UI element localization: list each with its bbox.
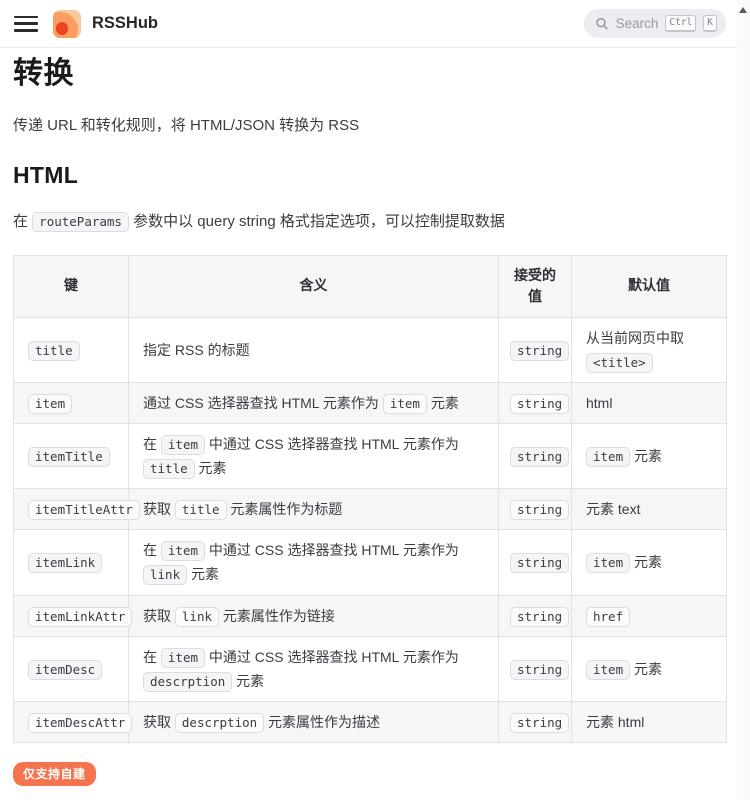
inline-code: item [586,553,630,573]
inline-code: descrption [143,672,232,692]
cell-accepts: string [499,489,572,530]
inline-code: item [161,541,205,561]
cell-accepts: string [499,383,572,424]
scrollbar-up-arrow[interactable] [739,7,747,13]
table-row: itemTitleAttr获取 title 元素属性作为标题 string元素 t… [14,489,727,530]
cell-accepts: string [499,317,572,382]
rsshub-logo-icon[interactable] [53,10,81,38]
cell-default: 从当前网页中取 <title> [572,317,727,382]
cell-default: 元素 text [572,489,727,530]
inline-code: itemDesc [28,660,102,680]
inline-code: string [510,713,569,733]
cell-accepts: string [499,636,572,701]
params-table: 键含义接受的值默认值 title指定 RSS 的标题string从当前网页中取 … [13,255,727,743]
cell-key: itemDescAttr [14,701,129,742]
section-heading-html: HTML [13,162,725,189]
inline-code: string [510,447,569,467]
inline-code: string [510,500,569,520]
column-header: 接受的值 [499,255,572,317]
table-row: itemLinkAttr获取 link 元素属性作为链接 string href [14,595,727,636]
page-title: 转换 [13,55,725,93]
cell-meaning: 获取 title 元素属性作为标题 [129,489,499,530]
cell-accepts: string [499,424,572,489]
column-header: 键 [14,255,129,317]
inline-code: itemLinkAttr [28,607,132,627]
cell-accepts: string [499,595,572,636]
inline-code: string [510,553,569,573]
search-icon [595,16,609,31]
page-subtitle: 传递 URL 和转化规则，将 HTML/JSON 转换为 RSS [13,114,725,135]
inline-code: descrption [175,713,264,733]
cell-key: itemDesc [14,636,129,701]
kbd-ctrl: Ctrl [665,15,696,31]
self-hosted-badge: 仅支持自建 [13,762,96,786]
cell-meaning: 在 item 中通过 CSS 选择器查找 HTML 元素作为 descrptio… [129,636,499,701]
cell-default: item 元素 [572,530,727,595]
cell-key: itemTitleAttr [14,489,129,530]
cell-default: html [572,383,727,424]
cell-key: item [14,383,129,424]
cell-key: itemTitle [14,424,129,489]
inline-code: item [161,435,205,455]
cell-default: 元素 html [572,701,727,742]
cell-key: itemLinkAttr [14,595,129,636]
cell-key: title [14,317,129,382]
cell-meaning: 通过 CSS 选择器查找 HTML 元素作为 item 元素 [129,383,499,424]
inline-code: title [175,500,227,520]
table-row: itemDesc 在 item 中通过 CSS 选择器查找 HTML 元素作为 d… [14,636,727,701]
main-content: 转换 传递 URL 和转化规则，将 HTML/JSON 转换为 RSS HTML… [0,55,750,800]
search-placeholder: Search [616,16,659,31]
brand-name[interactable]: RSSHub [92,14,158,33]
table-row: itemTitle 在 item 中通过 CSS 选择器查找 HTML 元素作为 … [14,424,727,489]
inline-code: link [175,607,219,627]
table-row: itemDescAttr获取 descrption 元素属性作为描述 string… [14,701,727,742]
cell-default: item 元素 [572,424,727,489]
table-row: item通过 CSS 选择器查找 HTML 元素作为 item 元素string… [14,383,727,424]
inline-code: item [586,660,630,680]
cell-meaning: 在 item 中通过 CSS 选择器查找 HTML 元素作为 title 元素 [129,424,499,489]
inline-code: href [586,607,630,627]
inline-code: item [586,447,630,467]
cell-accepts: string [499,530,572,595]
inline-code: item [383,394,427,414]
inline-code: title [28,341,80,361]
inline-code: itemDescAttr [28,713,132,733]
inline-code: itemLink [28,553,102,573]
cell-meaning: 获取 descrption 元素属性作为描述 [129,701,499,742]
cell-key: itemLink [14,530,129,595]
header-row: 键含义接受的值默认值 [14,255,727,317]
cell-meaning: 指定 RSS 的标题 [129,317,499,382]
inline-code: item [161,648,205,668]
inline-code: string [510,394,569,414]
column-header: 默认值 [572,255,727,317]
section-intro: 在 routeParams 参数中以 query string 格式指定选项，可… [13,210,725,234]
inline-code: link [143,565,187,585]
table-row: title 指定 RSS 的标题 string从当前网页中取 <title> [14,317,727,382]
inline-code: <title> [586,353,653,373]
inline-code: routeParams [32,212,129,232]
header: RSSHub Search Ctrl K [0,0,750,48]
inline-code: string [510,341,569,361]
page: RSSHub Search Ctrl K 转换 传递 URL 和转化规则，将 H… [0,0,750,800]
cell-accepts: string [499,701,572,742]
column-header: 含义 [129,255,499,317]
kbd-k: K [703,15,717,31]
cell-meaning: 获取 link 元素属性作为链接 [129,595,499,636]
search-button[interactable]: Search Ctrl K [584,9,726,38]
params-table-body: title指定 RSS 的标题string从当前网页中取 <title>item… [14,317,727,742]
inline-code: itemTitleAttr [28,500,140,520]
cell-meaning: 在 item 中通过 CSS 选择器查找 HTML 元素作为 link 元素 [129,530,499,595]
params-table-head: 键含义接受的值默认值 [14,255,727,317]
cell-default: item 元素 [572,636,727,701]
inline-code: itemTitle [28,447,110,467]
hamburger-menu-icon[interactable] [14,16,38,32]
inline-code: string [510,607,569,627]
cell-default: href [572,595,727,636]
inline-code: string [510,660,569,680]
inline-code: item [28,394,72,414]
table-row: itemLink 在 item 中通过 CSS 选择器查找 HTML 元素作为 l… [14,530,727,595]
scrollbar[interactable] [737,0,750,800]
inline-code: title [143,459,195,479]
